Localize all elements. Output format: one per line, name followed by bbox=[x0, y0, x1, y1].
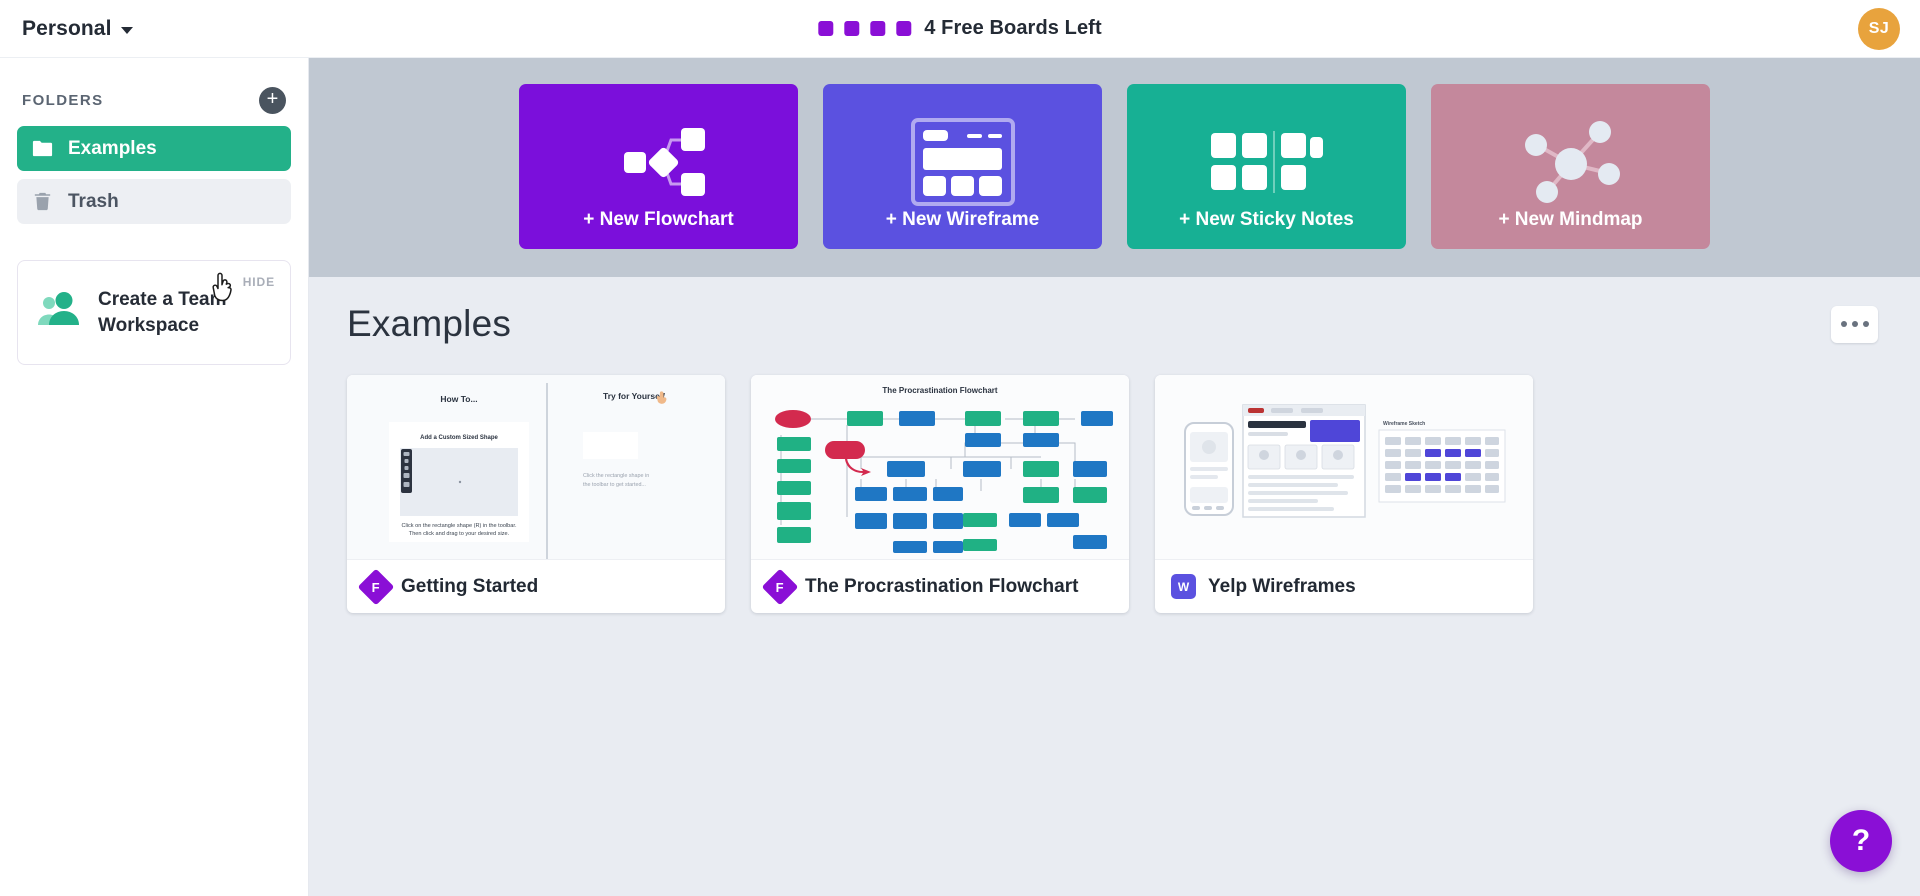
getting-started-preview: How To... Try for Yourself Add a Custom … bbox=[347, 375, 725, 560]
workspace-switcher[interactable]: Personal bbox=[22, 17, 133, 41]
svg-text:Add a Custom Sized Shape: Add a Custom Sized Shape bbox=[420, 435, 498, 441]
sidebar-item-examples[interactable]: Examples bbox=[17, 126, 291, 171]
sidebar-item-trash[interactable]: Trash bbox=[17, 179, 291, 224]
board-card-yelp-wireframes[interactable]: Wireframe Sketch bbox=[1155, 375, 1533, 613]
mindmap-icon bbox=[1511, 114, 1631, 209]
board-card-getting-started[interactable]: How To... Try for Yourself Add a Custom … bbox=[347, 375, 725, 613]
wireframe-badge-icon: W bbox=[1171, 574, 1196, 599]
svg-text:Click the rectangle shape in: Click the rectangle shape in bbox=[583, 473, 649, 479]
new-sticky-notes-tile[interactable]: + New Sticky Notes bbox=[1127, 84, 1406, 249]
people-icon bbox=[36, 292, 82, 333]
board-dot bbox=[896, 21, 911, 36]
body: FOLDERS + Examples Trash HID bbox=[0, 58, 1920, 896]
workspace-name: Personal bbox=[22, 17, 112, 41]
more-dot bbox=[1841, 321, 1847, 327]
new-board-tiles: + New Flowchart bbox=[309, 58, 1920, 277]
badge-letter: F bbox=[776, 579, 784, 594]
new-flowchart-tile[interactable]: + New Flowchart bbox=[519, 84, 798, 249]
boards-section: Examples How To... bbox=[309, 277, 1920, 896]
board-dot bbox=[844, 21, 859, 36]
free-boards-text: 4 Free Boards Left bbox=[924, 17, 1101, 40]
app-root: Personal 4 Free Boards Left SJ FOLDERS + bbox=[0, 0, 1920, 896]
add-folder-button[interactable]: + bbox=[259, 87, 286, 114]
tile-label: + New Sticky Notes bbox=[1179, 209, 1354, 231]
svg-text:Try for Yourself: Try for Yourself bbox=[603, 391, 665, 401]
board-thumbnail: How To... Try for Yourself Add a Custom … bbox=[347, 375, 725, 560]
board-dot bbox=[818, 21, 833, 36]
folders-title: FOLDERS bbox=[22, 92, 103, 109]
page-title: Examples bbox=[347, 303, 511, 345]
svg-text:Wireframe Sketch: Wireframe Sketch bbox=[1383, 421, 1425, 427]
tile-label: + New Wireframe bbox=[886, 209, 1039, 231]
new-mindmap-tile[interactable]: + New Mindmap bbox=[1431, 84, 1710, 249]
board-dots bbox=[818, 21, 911, 36]
board-footer: W Yelp Wireframes bbox=[1155, 560, 1533, 613]
board-thumbnail: Wireframe Sketch bbox=[1155, 375, 1533, 560]
main-content: + New Flowchart bbox=[309, 58, 1920, 896]
hide-link[interactable]: HIDE bbox=[243, 275, 275, 289]
svg-text:The Procrastination Flowchart: The Procrastination Flowchart bbox=[882, 386, 997, 395]
sidebar-item-label: Examples bbox=[68, 138, 157, 160]
board-thumbnail: The Procrastination Flowchart bbox=[751, 375, 1129, 560]
tile-label: + New Mindmap bbox=[1498, 209, 1642, 231]
flowchart-badge-icon: F bbox=[762, 568, 799, 605]
board-card-procrastination-flowchart[interactable]: The Procrastination Flowchart bbox=[751, 375, 1129, 613]
board-footer: F Getting Started bbox=[347, 560, 725, 613]
folder-icon bbox=[31, 137, 54, 160]
more-options-button[interactable] bbox=[1831, 306, 1878, 343]
create-team-workspace-card[interactable]: HIDE Create a Team Workspace bbox=[17, 260, 291, 365]
help-button[interactable]: ? bbox=[1830, 810, 1892, 872]
sidebar: FOLDERS + Examples Trash HID bbox=[0, 58, 309, 896]
badge-letter: F bbox=[372, 579, 380, 594]
sidebar-item-label: Trash bbox=[68, 191, 119, 213]
yelp-wireframes-preview: Wireframe Sketch bbox=[1155, 375, 1533, 560]
more-dot bbox=[1852, 321, 1858, 327]
board-footer: F The Procrastination Flowchart bbox=[751, 560, 1129, 613]
team-card-inner: Create a Team Workspace bbox=[36, 281, 272, 338]
wireframe-icon bbox=[911, 114, 1015, 209]
svg-text:Then click and drag to your de: Then click and drag to your desired size… bbox=[409, 531, 510, 537]
board-title: Yelp Wireframes bbox=[1208, 576, 1356, 598]
top-bar: Personal 4 Free Boards Left SJ bbox=[0, 0, 1920, 58]
new-wireframe-tile[interactable]: + New Wireframe bbox=[823, 84, 1102, 249]
tile-label: + New Flowchart bbox=[583, 209, 733, 231]
section-header: Examples bbox=[347, 303, 1880, 345]
mouse-cursor-icon bbox=[210, 271, 236, 303]
flowchart-icon bbox=[604, 114, 714, 209]
avatar[interactable]: SJ bbox=[1858, 8, 1900, 50]
board-title: Getting Started bbox=[401, 576, 538, 598]
more-dot bbox=[1863, 321, 1869, 327]
flowchart-badge-icon: F bbox=[358, 568, 395, 605]
svg-text:Click on the rectangle shape (: Click on the rectangle shape (R) in the … bbox=[401, 523, 516, 529]
sticky-notes-icon bbox=[1211, 114, 1323, 209]
procrastination-flowchart-preview: The Procrastination Flowchart bbox=[751, 375, 1129, 560]
board-title: The Procrastination Flowchart bbox=[805, 576, 1078, 598]
trash-icon bbox=[31, 190, 54, 213]
chevron-down-icon bbox=[121, 27, 133, 34]
board-grid: How To... Try for Yourself Add a Custom … bbox=[347, 375, 1880, 613]
svg-text:How To...: How To... bbox=[440, 394, 477, 404]
folders-header: FOLDERS + bbox=[17, 82, 291, 118]
svg-text:the toolbar to get started...: the toolbar to get started... bbox=[583, 482, 646, 488]
board-dot bbox=[870, 21, 885, 36]
free-boards-indicator: 4 Free Boards Left bbox=[818, 17, 1101, 40]
